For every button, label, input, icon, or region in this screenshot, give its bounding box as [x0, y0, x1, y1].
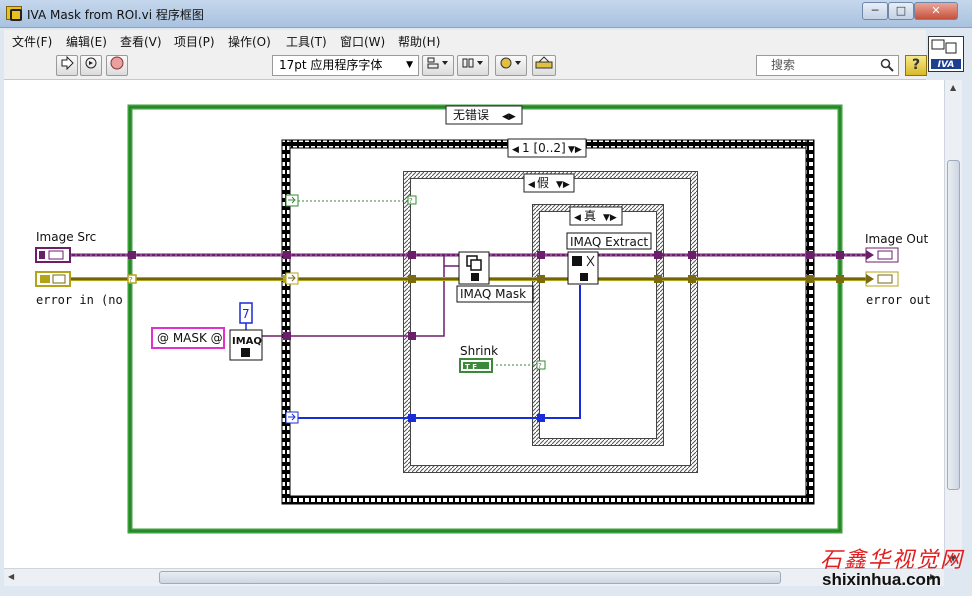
sequence-frame-selector[interactable]: ◀ 1 [0..2] ▼▶ [507, 138, 587, 158]
selector-arrows-icon: ◀▶ [502, 112, 516, 122]
labview-block-diagram-window: IVA Mask from ROI.vi 程序框图 ─ □ ✕ 文件(F) 编辑… [0, 0, 972, 596]
sequence-local-green[interactable] [285, 194, 299, 207]
sequence-local-blue[interactable] [285, 411, 299, 424]
stop-icon [110, 56, 124, 70]
tunnels: ? ? ? [127, 195, 844, 422]
search-input[interactable]: 搜索 [756, 55, 899, 76]
svg-text:?: ? [129, 276, 133, 284]
imaq-extract-label: IMAQ Extract [570, 235, 648, 249]
run-continuously-button[interactable] [80, 55, 102, 76]
mask-constant-text: @ MASK @ [157, 331, 223, 345]
false-case-selector[interactable]: ◀ 假 ▼▶ [523, 173, 575, 193]
horizontal-scrollbar[interactable]: ◀ ▶ [4, 568, 944, 586]
menu-edit[interactable]: 编辑(E) [66, 33, 107, 50]
vertical-scrollbar[interactable]: ▲ ▼ [944, 80, 962, 568]
toolbar: 17pt 应用程序字体 ▼ 搜索 ? [4, 52, 927, 80]
search-icon [880, 58, 894, 72]
sequence-local-yellow[interactable] [285, 272, 299, 285]
font-select-value: 17pt 应用程序字体 [279, 58, 383, 72]
shrink-label: Shrink [460, 344, 498, 358]
cleanup-icon [535, 56, 553, 69]
image-out-label: Image Out [865, 232, 928, 246]
distribute-objects-button[interactable] [457, 55, 489, 76]
window-title: IVA Mask from ROI.vi 程序框图 [27, 8, 204, 22]
maximize-button[interactable]: □ [888, 2, 914, 20]
image-src-terminal[interactable]: Image Src [35, 230, 96, 263]
vertical-scroll-thumb[interactable] [947, 160, 960, 490]
vi-icon [6, 6, 22, 21]
imaq-create-text: IMAQ [232, 336, 262, 347]
title-bar: IVA Mask from ROI.vi 程序框图 ─ □ ✕ [0, 0, 972, 28]
increment-arrow-icon: ▼▶ [568, 145, 582, 155]
image-out-terminal[interactable]: Image Out [865, 232, 928, 263]
false-case-label: 假 [537, 176, 549, 190]
error-out-label: error out [866, 293, 931, 307]
minimize-button[interactable]: ─ [862, 2, 888, 20]
reorder-icon [500, 57, 521, 69]
diagram-svg: 无错误 ◀▶ ◀ 1 [0..2] ▼▶ ◀ 假 ▼▶ ◀ 真 ▼▶ ? ? ?… [35, 104, 931, 534]
decrement-arrow-icon: ◀ [512, 145, 519, 155]
font-select[interactable]: 17pt 应用程序字体 ▼ [272, 55, 419, 76]
imaq-create-node[interactable]: IMAQ [229, 329, 263, 361]
block-diagram-canvas[interactable]: 无错误 ◀▶ ◀ 1 [0..2] ▼▶ ◀ 假 ▼▶ ◀ 真 ▼▶ ? ? ?… [4, 80, 944, 568]
next-true-case-icon: ▼▶ [603, 213, 617, 223]
iva-logo: IVA [928, 36, 964, 72]
menu-project[interactable]: 项目(P) [174, 33, 215, 50]
sequence-frame-label: 1 [0..2] [522, 141, 566, 155]
shrink-constant-text: T F [465, 363, 477, 371]
true-case-label: 真 [584, 209, 596, 223]
image-src-label: Image Src [36, 230, 96, 244]
close-button[interactable]: ✕ [914, 2, 958, 20]
shrink-boolean-constant[interactable]: Shrink T F [459, 344, 498, 373]
search-placeholder: 搜索 [771, 58, 796, 72]
scroll-left-icon[interactable]: ◀ [8, 572, 14, 581]
watermark-url: shixinhua.com [822, 570, 942, 589]
menu-operate[interactable]: 操作(O) [228, 33, 271, 50]
imaq-mask-label: IMAQ Mask [460, 287, 526, 301]
menu-tools[interactable]: 工具(T) [286, 33, 327, 50]
menu-help[interactable]: 帮助(H) [398, 33, 440, 50]
outer-case-selector[interactable]: 无错误 ◀▶ [445, 105, 523, 125]
iva-logo-icon: IVA [931, 39, 961, 70]
imaq-extract-node[interactable]: IMAQ Extract [566, 232, 652, 285]
prev-true-case-icon: ◀ [574, 213, 581, 223]
menu-file[interactable]: 文件(F) [12, 33, 52, 50]
context-help-button[interactable]: ? [905, 55, 927, 76]
cleanup-diagram-button[interactable] [532, 55, 556, 76]
menu-window[interactable]: 窗口(W) [340, 33, 385, 50]
mask-string-constant[interactable]: @ MASK @ [151, 327, 225, 349]
menu-view[interactable]: 查看(V) [120, 33, 162, 50]
run-continuous-icon [85, 57, 97, 69]
numeric-constant-text: 7 [242, 307, 250, 321]
menu-bar: 文件(F) 编辑(E) 查看(V) 项目(P) 操作(O) 工具(T) 窗口(W… [4, 30, 926, 52]
align-icon [427, 57, 448, 69]
align-objects-button[interactable] [422, 55, 454, 76]
false-case-structure[interactable] [403, 171, 698, 473]
outer-case-selector-label: 无错误 [453, 108, 489, 122]
next-case-icon: ▼▶ [556, 180, 570, 190]
distribute-icon [462, 58, 483, 68]
svg-text:?: ? [538, 362, 542, 370]
prev-case-icon: ◀ [528, 180, 535, 190]
abort-button[interactable] [106, 55, 128, 76]
error-in-label: error in (no [36, 293, 123, 307]
svg-text:?: ? [409, 197, 413, 205]
true-case-selector[interactable]: ◀ 真 ▼▶ [569, 206, 623, 226]
run-arrow-icon [61, 55, 74, 71]
reorder-button[interactable] [495, 55, 527, 76]
error-out-terminal[interactable]: error out [865, 271, 931, 307]
scroll-up-icon[interactable]: ▲ [950, 83, 956, 92]
chevron-down-icon: ▼ [406, 60, 413, 70]
horizontal-scroll-thumb[interactable] [159, 571, 781, 584]
flat-sequence-structure[interactable] [281, 139, 815, 505]
run-button[interactable] [56, 55, 78, 76]
numeric-constant[interactable]: 7 [239, 302, 253, 330]
boolean-wires [298, 200, 536, 366]
iva-logo-text: IVA [938, 60, 955, 70]
